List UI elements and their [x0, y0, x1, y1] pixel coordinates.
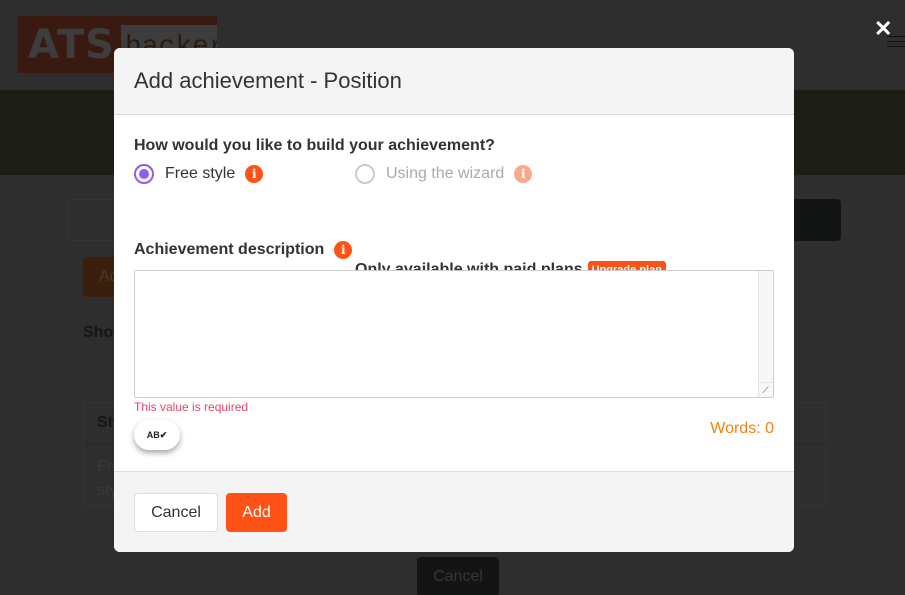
option-free-style[interactable]: Free style i — [134, 164, 264, 184]
words-count: Words: 0 — [710, 420, 774, 437]
description-label: Achievement description i — [134, 241, 353, 259]
free-style-radio[interactable] — [134, 164, 154, 184]
modal-footer: Cancel Add — [114, 471, 794, 552]
background-show-label: Sho — [83, 324, 114, 341]
info-icon[interactable]: i — [334, 241, 353, 259]
hamburger-icon[interactable] — [887, 36, 905, 51]
resize-grip-icon[interactable]: ⟋ — [758, 382, 773, 397]
info-icon[interactable]: i — [514, 165, 533, 183]
spellcheck-icon: AB✔ — [146, 429, 168, 440]
textarea-scrollbar[interactable] — [758, 271, 773, 397]
wizard-radio — [355, 164, 375, 184]
free-style-label[interactable]: Free style — [165, 165, 235, 183]
modal-title: Add achievement - Position — [134, 68, 402, 93]
build-method-question: How would you like to build your achieve… — [134, 137, 495, 154]
modal-body: How would you like to build your achieve… — [114, 115, 794, 471]
description-textarea[interactable] — [135, 271, 758, 397]
wizard-label: Using the wizard — [386, 165, 505, 182]
option-wizard: Using the wizard i — [355, 164, 533, 184]
add-achievement-modal: Add achievement - Position How would you… — [114, 48, 794, 552]
spellcheck-button[interactable]: AB✔ — [134, 420, 180, 450]
info-icon[interactable]: i — [245, 165, 264, 183]
description-label-text: Achievement description — [134, 241, 325, 258]
description-field[interactable]: ⟋ — [134, 270, 774, 398]
modal-header: Add achievement - Position — [114, 48, 794, 115]
background-cancel-button: Cancel — [417, 557, 499, 595]
logo-ats-text: ATS — [28, 21, 115, 68]
validation-error: This value is required — [134, 400, 249, 414]
cancel-button[interactable]: Cancel — [134, 493, 218, 532]
add-button[interactable]: Add — [226, 493, 287, 532]
